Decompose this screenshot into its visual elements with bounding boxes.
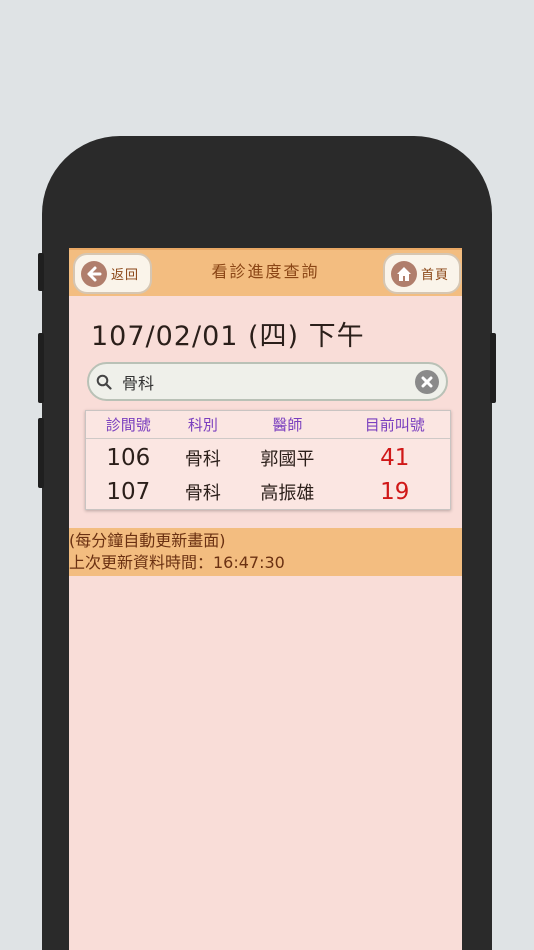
column-header-dept: 科別 xyxy=(187,416,218,434)
room-number: 107 xyxy=(106,479,151,505)
column-header-current: 目前叫號 xyxy=(364,416,425,434)
department: 骨科 xyxy=(184,449,221,470)
room-number: 106 xyxy=(106,445,151,471)
current-call-number: 19 xyxy=(380,479,410,505)
column-header-room: 診間號 xyxy=(105,416,151,434)
home-label: 首頁 xyxy=(421,268,450,283)
search-icon xyxy=(96,374,112,390)
back-label: 返回 xyxy=(111,268,140,283)
doctor-name: 高振雄 xyxy=(260,483,315,504)
progress-table: 診間號 科別 醫師 目前叫號 106 骨科 郭國平 41 107 骨科 高振雄 … xyxy=(85,410,451,510)
table-header: 診間號 科別 醫師 目前叫號 xyxy=(86,411,450,439)
home-button[interactable]: 首頁 xyxy=(383,253,461,294)
column-header-doctor: 醫師 xyxy=(272,416,303,434)
app-screen: 看診進度查詢 返回 首頁 107/02/01 (四) 下午 骨科 診間號 科別 … xyxy=(69,248,462,950)
phone-side-button xyxy=(38,418,44,488)
close-icon[interactable] xyxy=(415,369,439,394)
phone-side-button xyxy=(490,333,496,403)
phone-side-button xyxy=(38,253,44,291)
search-field[interactable]: 骨科 xyxy=(87,362,448,401)
doctor-name: 郭國平 xyxy=(260,449,315,470)
last-update-time: 上次更新資料時間：16:47:30 xyxy=(69,553,285,572)
table-row[interactable]: 107 骨科 高振雄 19 xyxy=(86,475,450,509)
arrow-left-icon xyxy=(81,260,107,287)
table-row[interactable]: 106 骨科 郭國平 41 xyxy=(86,441,450,475)
home-icon xyxy=(391,260,417,287)
search-input[interactable]: 骨科 xyxy=(122,370,415,394)
app-header: 看診進度查詢 返回 首頁 xyxy=(69,248,462,296)
department: 骨科 xyxy=(184,483,221,504)
update-info-bar: (每分鐘自動更新畫面) 上次更新資料時間：16:47:30 xyxy=(69,528,462,576)
session-date: 107/02/01 (四) 下午 xyxy=(91,321,365,352)
auto-refresh-note: (每分鐘自動更新畫面) xyxy=(69,531,226,550)
back-button[interactable]: 返回 xyxy=(73,253,152,294)
phone-side-button xyxy=(38,333,44,403)
current-call-number: 41 xyxy=(380,445,410,471)
